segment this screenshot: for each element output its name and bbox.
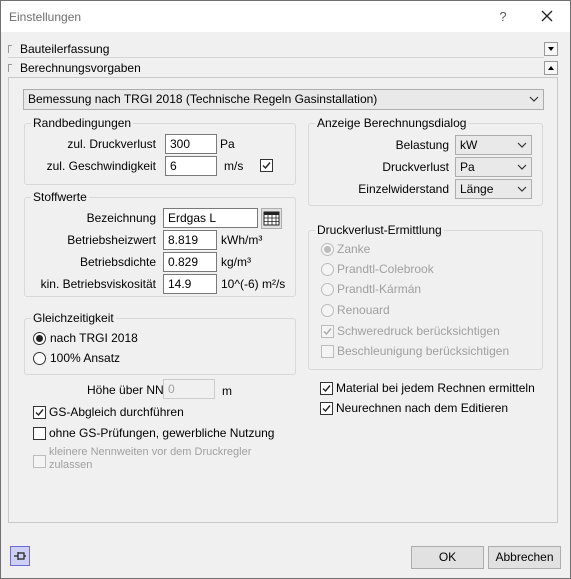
radio-100-ansatz[interactable] [33, 352, 46, 365]
panel-bauteilerfassung-header[interactable]: Bauteilerfassung [8, 42, 558, 58]
expand-toggle-button[interactable] [544, 42, 558, 56]
triangle-up-icon [548, 66, 554, 70]
norm-select-value: Bemessung nach TRGI 2018 (Technische Reg… [28, 92, 378, 106]
beschleunigung-label: Beschleunigung berücksichtigen [337, 344, 510, 358]
druckverlust-select[interactable]: Pa [455, 157, 532, 177]
help-button[interactable]: ? [489, 5, 517, 29]
hoehe-label: Höhe über NN [87, 383, 164, 397]
radio-nach-trgi[interactable] [33, 332, 46, 345]
checkmark-icon [35, 409, 44, 417]
geschwindigkeit-label: zul. Geschwindigkeit [46, 159, 156, 173]
radio-nach-trgi-label: nach TRGI 2018 [50, 331, 138, 345]
geschwindigkeit-unit: m/s [224, 159, 244, 173]
viskositaet-label: kin. Betriebsviskosität [40, 277, 156, 291]
dichte-label: Betriebsdichte [79, 255, 156, 269]
randbedingungen-group: Randbedingungen zul. Druckverlust 300 Pa… [24, 116, 296, 185]
panel-berechnungsvorgaben-label: Berechnungsvorgaben [20, 61, 141, 75]
checkmark-icon [262, 162, 271, 170]
gs-abgleich-checkbox[interactable] [33, 406, 46, 419]
radio-prandtl-colebrook-label: Prandtl-Colebrook [337, 262, 434, 276]
beschleunigung-checkbox[interactable] [321, 345, 334, 358]
panel-berechnungsvorgaben-header[interactable]: Berechnungsvorgaben [8, 61, 558, 75]
einzelwiderstand-select[interactable]: Länge [455, 179, 532, 199]
druckverlust-ermittlung-group: Druckverlust-Ermittlung Zanke Prandtl-Co… [308, 223, 543, 370]
checkmark-icon [322, 405, 331, 413]
druckverlust-unit: Pa [220, 137, 235, 151]
schweredruck-label: Schweredruck berücksichtigen [337, 324, 500, 338]
window-title: Einstellungen [9, 10, 82, 24]
geschwindigkeit-input[interactable]: 6 [165, 156, 217, 176]
pin-icon [14, 552, 26, 560]
heizwert-input[interactable]: 8.819 [163, 230, 217, 250]
gs-abgleich-label: GS-Abgleich durchführen [49, 405, 184, 419]
viskositaet-unit: 10^(-6) m²/s [221, 277, 286, 291]
chevron-down-icon [516, 136, 528, 154]
radio-renouard-label: Renouard [337, 303, 390, 317]
neurechnen-checkbox[interactable] [320, 402, 333, 415]
randbedingungen-title: Randbedingungen [31, 116, 134, 130]
ohne-gs-checkbox[interactable] [33, 427, 46, 440]
kleinere-nennweiten-label-line2: zulassen [49, 459, 93, 471]
kleinere-nennweiten-checkbox[interactable] [33, 455, 46, 468]
ohne-gs-label: ohne GS-Prüfungen, gewerbliche Nutzung [49, 426, 275, 440]
belastung-label: Belastung [395, 138, 449, 152]
heizwert-label: Betriebsheizwert [67, 233, 156, 247]
stoffwerte-title: Stoffwerte [31, 190, 89, 204]
belastung-select[interactable]: kW [455, 135, 532, 155]
triangle-down-icon [548, 47, 554, 51]
stoffwerte-group: Stoffwerte Bezeichnung Erdgas L Betriebs… [24, 190, 296, 297]
schweredruck-checkbox[interactable] [321, 325, 334, 338]
anzeige-title: Anzeige Berechnungsdialog [315, 116, 469, 130]
radio-renouard[interactable] [321, 304, 334, 317]
radio-prandtl-colebrook[interactable] [321, 263, 334, 276]
radio-100-ansatz-label: 100% Ansatz [50, 351, 121, 365]
hoehe-input[interactable]: 0 [163, 379, 215, 399]
berechnungsvorgaben-panel: Bemessung nach TRGI 2018 (Technische Reg… [8, 77, 558, 523]
panel-bauteilerfassung-label: Bauteilerfassung [20, 42, 110, 56]
geschwindigkeit-checkbox[interactable] [260, 159, 273, 172]
bezeichnung-input[interactable]: Erdgas L [163, 208, 258, 228]
chevron-down-icon [528, 90, 540, 109]
radio-prandtl-karman[interactable] [321, 283, 334, 296]
radio-zanke-label: Zanke [337, 242, 371, 256]
close-icon [541, 10, 553, 22]
collapse-toggle-button[interactable] [544, 61, 558, 75]
radio-zanke[interactable] [321, 243, 334, 256]
checkmark-icon [322, 385, 331, 393]
dichte-unit: kg/m³ [221, 255, 251, 269]
dichte-input[interactable]: 0.829 [163, 252, 217, 272]
druckverlust-ermittlung-title: Druckverlust-Ermittlung [315, 223, 444, 237]
anzeige-group: Anzeige Berechnungsdialog Belastung kW D… [308, 116, 543, 206]
heizwert-unit: kWh/m³ [221, 233, 263, 247]
bezeichnung-label: Bezeichnung [86, 211, 156, 225]
chevron-down-icon [516, 158, 528, 176]
neurechnen-label: Neurechnen nach dem Editieren [336, 401, 509, 415]
radio-prandtl-karman-label: Prandtl-Kármán [337, 282, 422, 296]
gleichzeitigkeit-group: Gleichzeitigkeit nach TRGI 2018 100% Ans… [24, 311, 296, 375]
einzelwiderstand-label: Einzelwiderstand [358, 182, 449, 196]
pin-button[interactable] [10, 546, 30, 566]
cancel-button[interactable]: Abbrechen [488, 546, 561, 569]
kleinere-nennweiten-label-line1: kleinere Nennweiten vor dem Druckregler [49, 446, 252, 458]
druckverlust-anzeige-label: Druckverlust [382, 160, 449, 174]
material-checkbox[interactable] [320, 382, 333, 395]
ok-button[interactable]: OK [411, 546, 484, 569]
viskositaet-input[interactable]: 14.9 [163, 274, 217, 294]
druckverlust-input[interactable]: 300 [165, 134, 217, 154]
checkmark-icon [323, 328, 332, 336]
stoffwerte-table-button[interactable] [261, 208, 282, 229]
table-icon [263, 211, 280, 226]
close-button[interactable] [531, 5, 563, 29]
material-label: Material bei jedem Rechnen ermitteln [336, 381, 535, 395]
settings-dialog: Einstellungen ? Bauteilerfassung Berechn… [0, 0, 571, 579]
gleichzeitigkeit-title: Gleichzeitigkeit [31, 311, 116, 325]
norm-select[interactable]: Bemessung nach TRGI 2018 (Technische Reg… [23, 89, 544, 110]
chevron-down-icon [516, 180, 528, 198]
title-bar: Einstellungen ? [1, 1, 570, 32]
druckverlust-label: zul. Druckverlust [67, 137, 156, 151]
hoehe-unit: m [222, 384, 232, 398]
